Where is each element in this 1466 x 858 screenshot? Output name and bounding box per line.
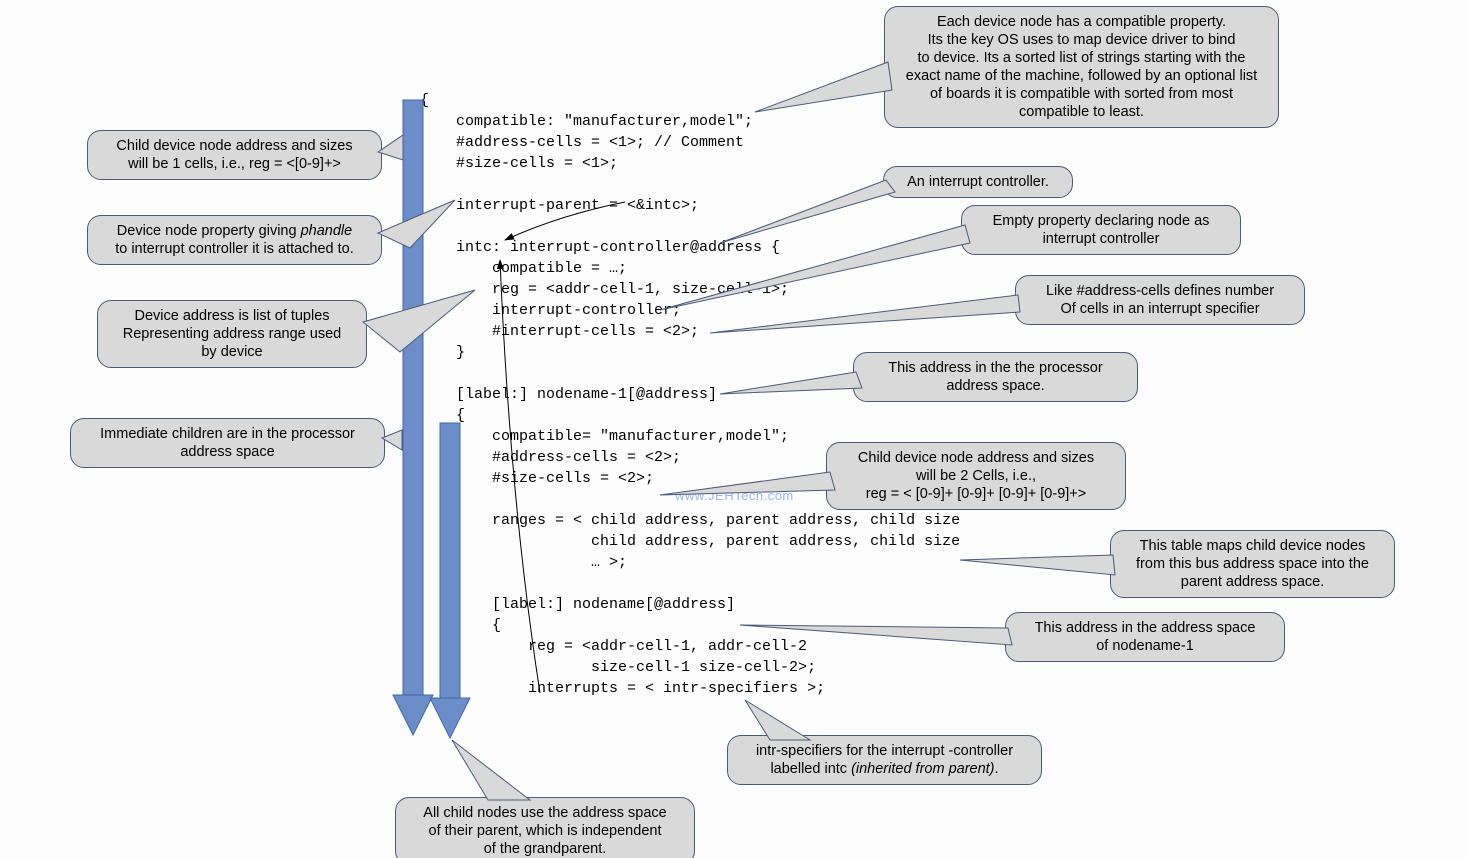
text: This address in the address spaceof node… — [1035, 620, 1256, 654]
tail-intrspec — [745, 700, 810, 740]
callout-child-2-cells: Child device node address and sizeswill … — [826, 442, 1126, 510]
callout-nodename1-address: This address in the address spaceof node… — [1005, 612, 1285, 662]
tail-immchildren — [382, 430, 402, 450]
text: This address in the the processoraddress… — [888, 360, 1102, 394]
text-post: . — [995, 761, 999, 777]
callout-all-child-nodes: All child nodes use the address spaceof … — [395, 797, 695, 858]
watermark: www.JEHTech.com — [675, 488, 794, 503]
text: An interrupt controller. — [907, 174, 1049, 190]
callout-compatible: Each device node has a compatible proper… — [884, 6, 1279, 128]
callout-processor-address: This address in the the processoraddress… — [853, 352, 1138, 402]
text: Device address is list of tuplesRepresen… — [123, 308, 341, 360]
callout-device-address: Device address is list of tuplesRepresen… — [97, 300, 367, 368]
text-pre: Device node property giving — [117, 223, 301, 239]
text: Like #address-cells defines numberOf cel… — [1046, 283, 1274, 317]
callout-interrupt-cells: Like #address-cells defines numberOf cel… — [1015, 275, 1305, 325]
text-em: phandle — [301, 223, 353, 239]
text: Child device node address and sizeswill … — [116, 138, 352, 172]
callout-intr-specifiers: intr-specifiers for the interrupt -contr… — [727, 735, 1042, 785]
callout-phandle: Device node property giving phandle to in… — [87, 215, 382, 265]
callout-immediate-children: Immediate children are in the processora… — [70, 418, 385, 468]
callout-interrupt-controller: An interrupt controller. — [883, 166, 1073, 198]
tail-ranges — [960, 555, 1115, 575]
text: All child nodes use the address spaceof … — [423, 805, 666, 857]
text: Empty property declaring node asinterrup… — [993, 213, 1210, 247]
text: Child device node address and sizeswill … — [858, 450, 1094, 502]
text-post: to interrupt controller it is attached t… — [115, 241, 354, 257]
text: Immediate children are in the processora… — [100, 426, 355, 460]
tail-allchild — [452, 740, 530, 800]
callout-ranges-map: This table maps child device nodesfrom t… — [1110, 530, 1395, 598]
text-em: (inherited from parent) — [851, 761, 994, 777]
text: This table maps child device nodesfrom t… — [1136, 538, 1369, 590]
callout-empty-property: Empty property declaring node asinterrup… — [961, 205, 1241, 255]
text: Each device node has a compatible proper… — [906, 14, 1257, 120]
callout-child-1-cells: Child device node address and sizeswill … — [87, 130, 382, 180]
